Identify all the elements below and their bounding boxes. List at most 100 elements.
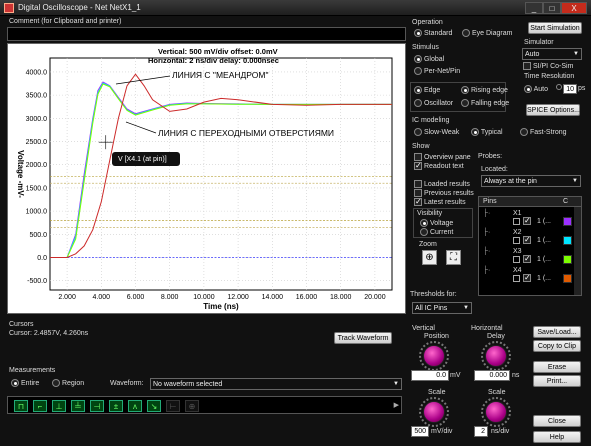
eye-measure-icon[interactable]: ⊕ (185, 400, 199, 412)
y-tick-label: 2500.0 (26, 139, 48, 146)
vertical-position-input[interactable]: 0.0 (411, 370, 449, 381)
erase-button[interactable]: Erase (533, 361, 581, 373)
pin-visible-checkbox[interactable] (523, 273, 531, 282)
fast-strong-radio[interactable]: Fast-Strong (520, 128, 567, 136)
current-radio[interactable]: Current (420, 228, 453, 236)
thresholds-value: All IC Pins (415, 305, 448, 312)
per-net-radio[interactable]: Per-Net/Pin (414, 67, 460, 75)
loaded-results-checkbox[interactable]: Loaded results (414, 180, 470, 188)
horizontal-delay-knob[interactable] (485, 345, 507, 367)
zoom-title: Zoom (419, 241, 437, 248)
x-tick-label: 8.000 (161, 294, 179, 301)
readout-text-checkbox[interactable]: Readout text (414, 161, 464, 170)
help-button[interactable]: Help (533, 431, 581, 443)
slope-icon[interactable]: ↘ (147, 400, 161, 412)
pin-row[interactable]: ├· X2 1 (... (481, 229, 573, 246)
pin-color-swatch[interactable] (563, 274, 572, 283)
pin-color-swatch[interactable] (563, 217, 572, 226)
settling-icon[interactable]: ± (109, 400, 123, 412)
pin-visible-checkbox[interactable] (523, 254, 531, 263)
plot-header-horizontal: Horizontal: 2 ns/div delay: 0.000nsec (148, 56, 279, 65)
si-pi-checkbox[interactable]: SI/PI Co-Sim (523, 62, 573, 70)
horizontal-delay-unit: ns (512, 372, 520, 379)
waveform-chart[interactable]: 4000.0 3500.0 3000.0 2500.0 2000.0 1500.0 1000… (8, 44, 405, 313)
horizontal-scale-unit: ns/div (491, 428, 510, 435)
slow-weak-radio[interactable]: Slow-Weak (414, 128, 459, 136)
track-waveform-button[interactable]: Track Waveform (334, 332, 392, 344)
y-tick-label: 500.0 (29, 232, 47, 239)
falling-edge-radio[interactable]: Falling edge (461, 99, 509, 107)
entire-radio[interactable]: Entire (11, 379, 39, 387)
comment-label: Comment (for Clipboard and printer) (9, 18, 122, 25)
waveform-value: No waveform selected (153, 381, 223, 388)
overshoot-icon[interactable]: ╧ (71, 400, 85, 412)
y-axis-title: Voltage -mV- (16, 150, 25, 198)
close-window-button[interactable]: X (561, 2, 587, 14)
simulator-value: Auto (525, 51, 540, 58)
eye-diagram-radio[interactable]: Eye Diagram (462, 29, 512, 37)
per-net-label: Per-Net/Pin (423, 67, 461, 75)
spice-options-button[interactable]: SPICE Options... (526, 104, 580, 116)
global-radio[interactable]: Global (414, 55, 444, 63)
pin-color-swatch[interactable] (563, 236, 572, 245)
standard-label: Standard (423, 29, 453, 37)
delay-icon[interactable]: ⊢ (166, 400, 180, 412)
thresholds-label: Thresholds for: (410, 291, 457, 298)
start-simulation-button[interactable]: Start Simulation (528, 22, 582, 34)
toolbar-scroll-right[interactable]: ▶ (394, 401, 399, 409)
vertical-scale-label: Scale (428, 389, 446, 396)
previous-results-label: Previous results (423, 189, 474, 197)
voltage-radio[interactable]: Voltage (420, 219, 453, 227)
region-radio[interactable]: Region (52, 379, 84, 387)
cursor-readout: Cursor: 2.4857V, 4.260ns (9, 330, 89, 337)
located-select[interactable]: Always at the pin ▼ (481, 175, 581, 187)
manual-resolution-radio[interactable] (556, 84, 562, 90)
rise-time-icon[interactable]: ⌐ (33, 400, 47, 412)
maximize-button[interactable]: □ (543, 2, 561, 14)
pin-visible-checkbox[interactable] (523, 235, 531, 244)
vertical-scale-input[interactable]: 500 (411, 426, 429, 437)
copy-to-clip-button[interactable]: Copy to Clip (533, 340, 581, 352)
pin-row[interactable]: ├· X3 1 (... (481, 248, 573, 265)
previous-results-checkbox[interactable]: Previous results (414, 189, 474, 197)
y-tick-label: 4000.0 (26, 69, 48, 76)
undershoot-icon[interactable]: ⊣ (90, 400, 104, 412)
region-label: Region (61, 379, 85, 387)
pin-row[interactable]: ├· X4 1 (... (481, 267, 573, 284)
edge-radio[interactable]: Edge (414, 86, 440, 94)
horizontal-delay-input[interactable]: 0.000 (474, 370, 510, 381)
horizontal-scale-input[interactable]: 2 (474, 426, 488, 437)
pin-row[interactable]: ├· X1 1 (... (481, 210, 573, 227)
auto-resolution-radio[interactable]: Auto (524, 85, 548, 93)
pulse-width-icon[interactable]: ⊓ (14, 400, 28, 412)
typical-radio[interactable]: Typical (471, 128, 503, 136)
standard-radio[interactable]: Standard (414, 29, 452, 37)
x-tick-label: 2.000 (58, 294, 76, 301)
save-load-button[interactable]: Save/Load... (533, 326, 581, 338)
latest-results-checkbox[interactable]: Latest results (414, 197, 466, 206)
thresholds-select[interactable]: All IC Pins ▼ (412, 302, 472, 314)
vertical-position-label: Position (424, 333, 449, 340)
rising-edge-radio[interactable]: Rising edge (461, 86, 508, 94)
zoom-fit-icon[interactable]: ⛶ (446, 250, 461, 265)
pin-visible-checkbox[interactable] (523, 216, 531, 225)
oscillator-radio[interactable]: Oscillator (414, 99, 453, 107)
close-button[interactable]: Close (533, 415, 581, 427)
comment-input[interactable] (7, 27, 406, 41)
print-button[interactable]: Print... (533, 375, 581, 387)
simulator-select[interactable]: Auto ▼ (522, 48, 582, 60)
horizontal-scale-knob[interactable] (485, 401, 507, 423)
zoom-in-icon[interactable]: ⊕ (422, 250, 437, 265)
ic-modeling-title: IC modeling (412, 117, 450, 124)
fall-time-icon[interactable]: ⊥ (52, 400, 66, 412)
vertical-scale-knob[interactable] (423, 401, 445, 423)
show-title: Show (412, 143, 430, 150)
waveform-select[interactable]: No waveform selected ▼ (150, 378, 402, 390)
overview-pane-checkbox[interactable]: Overview pane (414, 153, 471, 161)
peak-icon[interactable]: ʌ (128, 400, 142, 412)
resolution-input[interactable]: 10 (563, 84, 577, 94)
pin-color-swatch[interactable] (563, 255, 572, 264)
pins-scrollbar[interactable] (574, 207, 581, 295)
minimize-button[interactable]: _ (525, 2, 543, 14)
vertical-position-knob[interactable] (423, 345, 445, 367)
